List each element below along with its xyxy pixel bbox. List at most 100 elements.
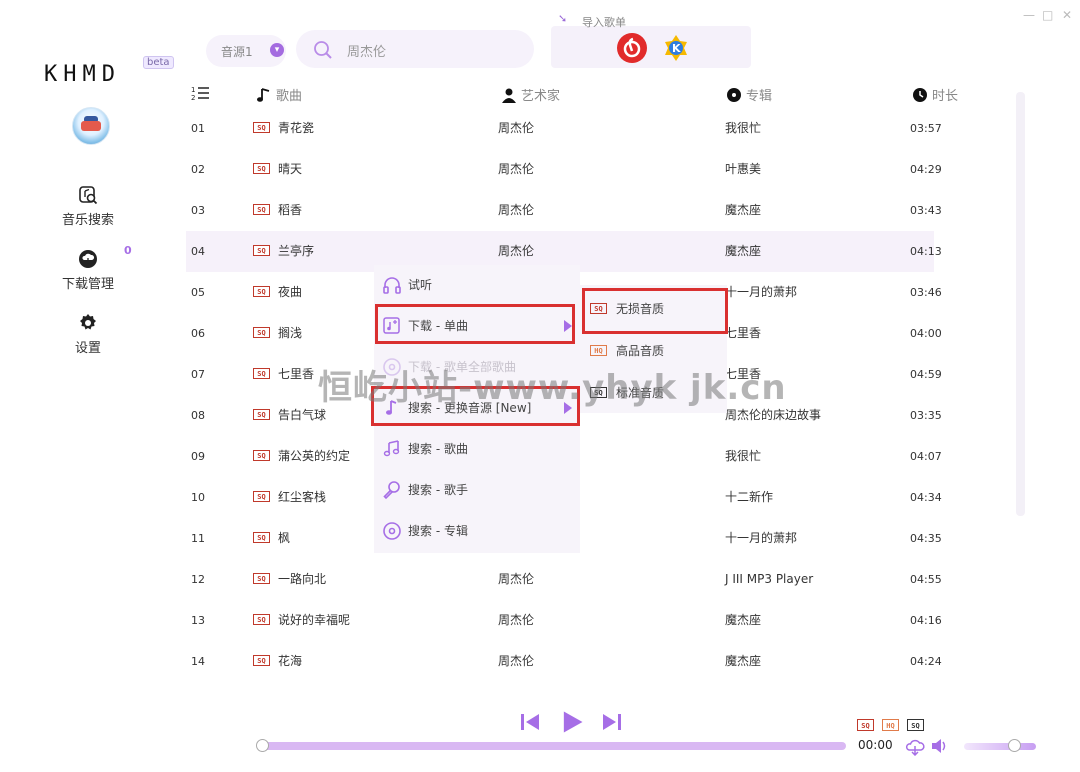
cloud-download-icon xyxy=(79,250,97,268)
netease-music-icon[interactable] xyxy=(617,33,647,63)
row-artist: 周杰伦 xyxy=(498,654,535,668)
table-row[interactable]: 12 SQ 一路向北 周杰伦 J III MP3 Player 04:55 xyxy=(186,559,942,600)
previous-track-icon[interactable] xyxy=(518,710,542,734)
row-duration: 04:24 xyxy=(910,655,942,668)
import-arrow-icon: ➘ xyxy=(558,12,568,25)
row-duration: 04:59 xyxy=(910,368,942,381)
import-playlist-label: 导入歌单 xyxy=(582,16,626,29)
avatar[interactable] xyxy=(72,107,110,145)
header-album[interactable]: 专辑 xyxy=(726,85,772,104)
row-album: 魔杰座 xyxy=(725,244,762,258)
row-title: 蒲公英的约定 xyxy=(278,449,351,463)
header-album-label: 专辑 xyxy=(746,89,773,104)
current-time: 00:00 xyxy=(858,738,893,752)
table-row[interactable]: 02 SQ 晴天 周杰伦 叶惠美 04:29 xyxy=(186,149,942,190)
search-value[interactable]: 周杰伦 xyxy=(347,41,386,60)
menu-item-label: 搜索 - 歌曲 xyxy=(408,442,468,456)
download-count-badge: 0 xyxy=(124,244,132,257)
row-duration: 04:29 xyxy=(910,163,942,176)
menu-item-search-album[interactable]: 搜索 - 专辑 xyxy=(374,511,580,551)
header-duration-label: 时长 xyxy=(932,89,959,104)
menu-item-search-singer[interactable]: 搜索 - 歌手 xyxy=(374,470,580,510)
quality-tag: SQ xyxy=(253,655,270,666)
table-row[interactable]: 13 SQ 说好的幸福呢 周杰伦 魔杰座 04:16 xyxy=(186,600,942,641)
row-number: 12 xyxy=(191,573,205,586)
sidebar-item-settings[interactable]: 设置 xyxy=(38,313,138,356)
row-title: 一路向北 xyxy=(278,572,327,586)
row-album: 叶惠美 xyxy=(725,162,762,176)
row-number: 05 xyxy=(191,286,205,299)
row-album: 魔杰座 xyxy=(725,613,762,627)
sort-number-icon[interactable]: 12 xyxy=(191,85,211,101)
music-notes-icon xyxy=(383,440,400,457)
quality-tag: SQ xyxy=(253,491,270,502)
quality-tag: SQ xyxy=(253,245,270,256)
sidebar-item-music-search[interactable]: 音乐搜索 xyxy=(38,185,138,228)
progress-handle[interactable] xyxy=(256,739,269,752)
music-note-icon xyxy=(257,88,270,102)
svg-text:K: K xyxy=(672,42,681,55)
table-row[interactable]: 01 SQ 青花瓷 周杰伦 我很忙 03:57 xyxy=(186,108,942,149)
menu-item-label: 搜索 - 专辑 xyxy=(408,524,468,538)
row-number: 13 xyxy=(191,614,205,627)
row-album: 十一月的萧邦 xyxy=(725,285,798,299)
quality-tag: SQ xyxy=(253,614,270,625)
header-artist[interactable]: 艺术家 xyxy=(501,85,560,104)
progress-bar[interactable] xyxy=(262,742,846,750)
beta-badge: beta xyxy=(143,56,174,69)
highlight-box xyxy=(582,288,728,334)
maximize-button[interactable]: □ xyxy=(1042,8,1053,22)
row-duration: 04:55 xyxy=(910,573,942,586)
volume-icon[interactable] xyxy=(930,738,950,754)
menu-item-search-song[interactable]: 搜索 - 歌曲 xyxy=(374,429,580,469)
sidebar-item-download-manager[interactable]: 下载管理 xyxy=(38,249,138,292)
row-album: J III MP3 Player xyxy=(725,572,814,586)
play-icon[interactable] xyxy=(558,707,586,737)
volume-handle[interactable] xyxy=(1008,739,1021,752)
row-duration: 03:43 xyxy=(910,204,942,217)
chevron-down-icon[interactable]: ▾ xyxy=(270,43,284,57)
row-number: 09 xyxy=(191,450,205,463)
app-logo: KHMD xyxy=(44,62,121,87)
row-album: 我很忙 xyxy=(725,121,762,135)
table-row[interactable]: 03 SQ 稻香 周杰伦 魔杰座 03:43 xyxy=(186,190,942,231)
row-number: 01 xyxy=(191,122,205,135)
quality-tag-sq[interactable]: SQ xyxy=(857,719,874,731)
volume-slider[interactable] xyxy=(964,743,1036,750)
row-duration: 04:00 xyxy=(910,327,942,340)
header-title[interactable]: 歌曲 xyxy=(256,85,302,104)
quality-tag: SQ xyxy=(253,368,270,379)
svg-text:1: 1 xyxy=(191,86,195,94)
row-artist: 周杰伦 xyxy=(498,162,535,176)
table-row[interactable]: 14 SQ 花海 周杰伦 魔杰座 04:24 xyxy=(186,641,942,682)
header-duration[interactable]: 时长 xyxy=(912,85,958,104)
quality-tag: HQ xyxy=(590,345,607,356)
quality-tag-hq[interactable]: HQ xyxy=(882,719,899,731)
header-title-label: 歌曲 xyxy=(276,89,303,104)
row-artist: 周杰伦 xyxy=(498,203,535,217)
row-album: 七里香 xyxy=(725,326,762,340)
quality-tag-standard[interactable]: SQ xyxy=(907,719,924,731)
menu-item-preview[interactable]: 试听 xyxy=(374,265,580,305)
svg-text:2: 2 xyxy=(191,94,195,101)
row-title: 兰亭序 xyxy=(278,244,315,258)
download-icon[interactable] xyxy=(905,738,925,756)
scrollbar[interactable] xyxy=(1016,92,1025,516)
headphones-icon xyxy=(383,277,401,294)
row-album: 魔杰座 xyxy=(725,654,762,668)
quality-tag: SQ xyxy=(253,163,270,174)
row-duration: 04:35 xyxy=(910,532,942,545)
minimize-button[interactable]: — xyxy=(1023,8,1035,22)
next-track-icon[interactable] xyxy=(600,710,624,734)
row-album: 十二新作 xyxy=(725,490,774,504)
kugou-music-icon[interactable]: K xyxy=(662,34,690,62)
row-number: 11 xyxy=(191,532,205,545)
highlight-box xyxy=(375,304,575,344)
close-button[interactable]: ✕ xyxy=(1062,8,1072,22)
sidebar-item-label: 下载管理 xyxy=(61,277,114,292)
row-album: 魔杰座 xyxy=(725,203,762,217)
row-duration: 04:34 xyxy=(910,491,942,504)
row-number: 03 xyxy=(191,204,205,217)
quality-tag: SQ xyxy=(253,286,270,297)
row-artist: 周杰伦 xyxy=(498,613,535,627)
